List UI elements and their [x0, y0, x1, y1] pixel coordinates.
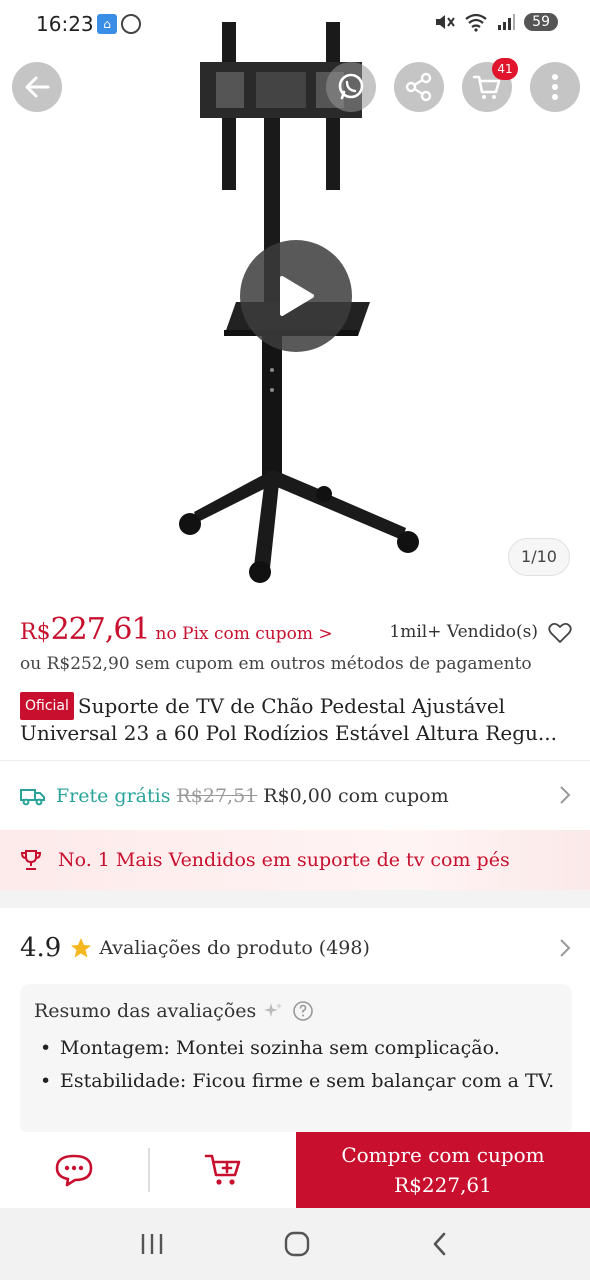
home-icon[interactable] — [283, 1230, 311, 1258]
bestseller-text: No. 1 Mais Vendidos em suporte de tv com… — [58, 849, 510, 871]
shipping-new-price: R$0,00 com cupom — [263, 785, 449, 807]
bestseller-banner[interactable]: No. 1 Mais Vendidos em suporte de tv com… — [0, 830, 590, 890]
mute-icon — [436, 15, 455, 29]
system-icons: 59 — [434, 12, 558, 32]
status-bar: 16:23 ⌂ 59 — [0, 0, 590, 48]
chat-icon — [55, 1154, 93, 1187]
sparkle-icon — [264, 1003, 283, 1017]
more-options-button[interactable] — [530, 62, 580, 112]
price-value: 227,61 — [50, 612, 151, 647]
official-badge: Oficial — [20, 692, 74, 720]
rating-label: Avaliações do produto — [99, 937, 313, 959]
price-row: R$ 227,61 no Pix com cupom > 1mil+ Vendi… — [20, 612, 572, 652]
back-arrow-icon — [25, 76, 50, 98]
sync-icon — [121, 14, 141, 34]
back-button[interactable] — [12, 62, 62, 112]
divider — [0, 760, 590, 761]
summary-list: Montagem: Montei sozinha sem complicação… — [34, 1036, 558, 1094]
product-gallery[interactable]: 41 1/10 — [0, 0, 590, 600]
summary-title: Resumo das avaliações — [34, 1000, 257, 1022]
recent-apps-icon[interactable] — [138, 1231, 166, 1257]
play-video-button[interactable] — [240, 240, 352, 352]
signal-icon — [498, 14, 516, 30]
notification-icons: ⌂ — [97, 14, 141, 34]
shipping-old-price: R$27,51 — [176, 785, 258, 807]
sold-count: 1mil+ Vendido(s) — [389, 622, 538, 642]
shipping-row[interactable]: Frete grátis R$27,51 R$0,00 com cupom — [20, 780, 572, 812]
chat-button[interactable] — [0, 1132, 148, 1208]
buy-button-line1: Compre com cupom — [341, 1143, 545, 1167]
home-app-icon: ⌂ — [97, 14, 117, 34]
more-icon — [552, 74, 558, 100]
product-title-text: Suporte de TV de Chão Pedestal Ajustável… — [20, 694, 557, 745]
help-icon[interactable] — [292, 1000, 314, 1022]
system-nav-bar — [0, 1208, 590, 1280]
rating-row[interactable]: 4.9 Avaliações do produto (498) — [20, 928, 572, 968]
buy-button-line2: R$227,61 — [394, 1173, 492, 1197]
summary-item: Estabilidade: Ficou firme e sem balançar… — [34, 1069, 558, 1094]
product-screen: 41 1/10 16:23 ⌂ 59 R$ 227,61 no Pix com … — [0, 0, 590, 1280]
whatsapp-button[interactable] — [326, 62, 376, 112]
image-counter: 1/10 — [508, 538, 570, 576]
action-bar: Compre com cupom R$227,61 — [0, 1132, 590, 1208]
rating-count: (498) — [318, 937, 370, 959]
chevron-right-icon — [560, 939, 571, 957]
pix-coupon-link[interactable]: no Pix com cupom > — [156, 624, 333, 644]
heart-icon[interactable] — [548, 622, 572, 644]
status-time: 16:23 — [36, 12, 94, 36]
trophy-icon — [20, 850, 42, 870]
review-summary: Resumo das avaliações Montagem: Montei s… — [20, 984, 572, 1134]
free-shipping-label: Frete grátis — [56, 785, 171, 807]
summary-item: Montagem: Montei sozinha sem complicação… — [34, 1036, 558, 1061]
battery-indicator: 59 — [524, 13, 558, 31]
buy-with-coupon-button[interactable]: Compre com cupom R$227,61 — [296, 1132, 590, 1208]
share-button[interactable] — [394, 62, 444, 112]
add-to-cart-icon — [204, 1154, 241, 1185]
whatsapp-icon — [338, 73, 364, 100]
alternative-price: ou R$252,90 sem cupom em outros métodos … — [20, 654, 532, 674]
product-title: Oficial Suporte de TV de Chão Pedestal Aj… — [20, 692, 572, 746]
cart-count-badge: 41 — [492, 58, 518, 80]
star-icon — [71, 938, 92, 958]
section-separator — [0, 890, 590, 908]
truck-icon — [20, 789, 45, 806]
share-icon — [405, 72, 432, 102]
rating-score: 4.9 — [20, 933, 62, 963]
price-currency: R$ — [20, 620, 51, 645]
add-to-cart-button[interactable] — [150, 1132, 298, 1208]
play-icon — [280, 276, 314, 316]
summary-title-row: Resumo das avaliações — [34, 1000, 558, 1022]
nav-back-icon[interactable] — [428, 1230, 452, 1258]
chevron-right-icon — [560, 786, 571, 804]
cart-button[interactable]: 41 — [462, 58, 518, 112]
wifi-icon — [465, 13, 487, 32]
